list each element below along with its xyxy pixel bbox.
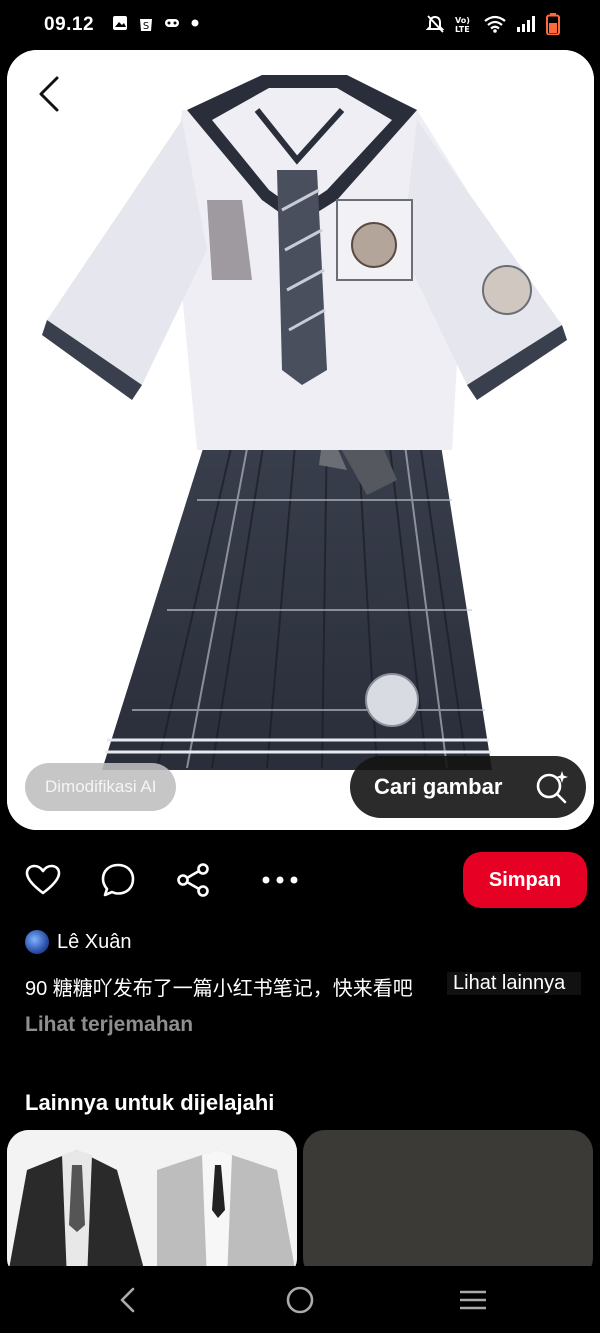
visual-search-icon	[536, 771, 568, 804]
heart-icon[interactable]	[23, 860, 63, 900]
search-image-button[interactable]: Cari gambar	[350, 756, 586, 818]
comment-icon[interactable]	[98, 860, 138, 900]
status-right-icons: Vo) LTE	[426, 13, 560, 35]
explore-heading: Lainnya untuk dijelajahi	[25, 1090, 275, 1115]
action-bar: Simpan	[0, 848, 600, 912]
search-image-label: Cari gambar	[374, 774, 503, 799]
svg-text:S: S	[143, 21, 149, 32]
status-left-icons: S	[112, 14, 200, 32]
author-row[interactable]: Lê Xuân	[25, 930, 132, 954]
status-time: 09.12	[44, 14, 95, 35]
avatar[interactable]	[25, 930, 49, 954]
school-uniform-illustration	[7, 50, 594, 830]
share-icon[interactable]	[173, 860, 213, 900]
see-translation-link[interactable]: Lihat terjemahan	[25, 1013, 193, 1037]
author-name[interactable]: Lê Xuân	[57, 931, 132, 954]
game-icon	[164, 17, 180, 29]
system-nav-bar	[0, 1266, 600, 1333]
recents-nav-icon[interactable]	[453, 1282, 493, 1318]
battery-icon	[546, 13, 560, 35]
see-more-link[interactable]: Lihat lainnya	[447, 972, 581, 995]
shop-icon: S	[138, 14, 154, 32]
pin-image-card[interactable]: Dimodifikasi AI Cari gambar	[7, 50, 594, 830]
home-nav-icon[interactable]	[280, 1282, 320, 1318]
ai-modified-badge[interactable]: Dimodifikasi AI	[25, 763, 177, 811]
svg-text:LTE: LTE	[455, 25, 470, 34]
wifi-icon	[484, 15, 506, 33]
volte-icon: Vo) LTE	[454, 14, 474, 34]
dot-icon	[190, 18, 200, 28]
related-pin-image	[7, 1130, 297, 1280]
more-icon[interactable]	[260, 860, 300, 900]
save-button[interactable]: Simpan	[463, 852, 587, 908]
description-row: 90 糖糖吖发布了一篇小红书笔记，快来看吧 Lihat lainnya	[25, 972, 585, 1002]
related-pin-card[interactable]	[303, 1130, 593, 1280]
back-arrow-icon	[39, 76, 59, 112]
status-bar: 09.12 S Vo) LTE	[0, 0, 600, 50]
mute-icon	[426, 14, 444, 34]
signal-icon	[516, 15, 536, 33]
description-text: 90 糖糖吖发布了一篇小红书笔记，快来看吧	[25, 978, 413, 1000]
gallery-icon	[112, 15, 128, 31]
back-nav-icon[interactable]	[108, 1282, 148, 1318]
related-pin-card[interactable]	[7, 1130, 297, 1280]
back-button[interactable]	[23, 68, 75, 120]
svg-text:Vo): Vo)	[455, 16, 470, 25]
